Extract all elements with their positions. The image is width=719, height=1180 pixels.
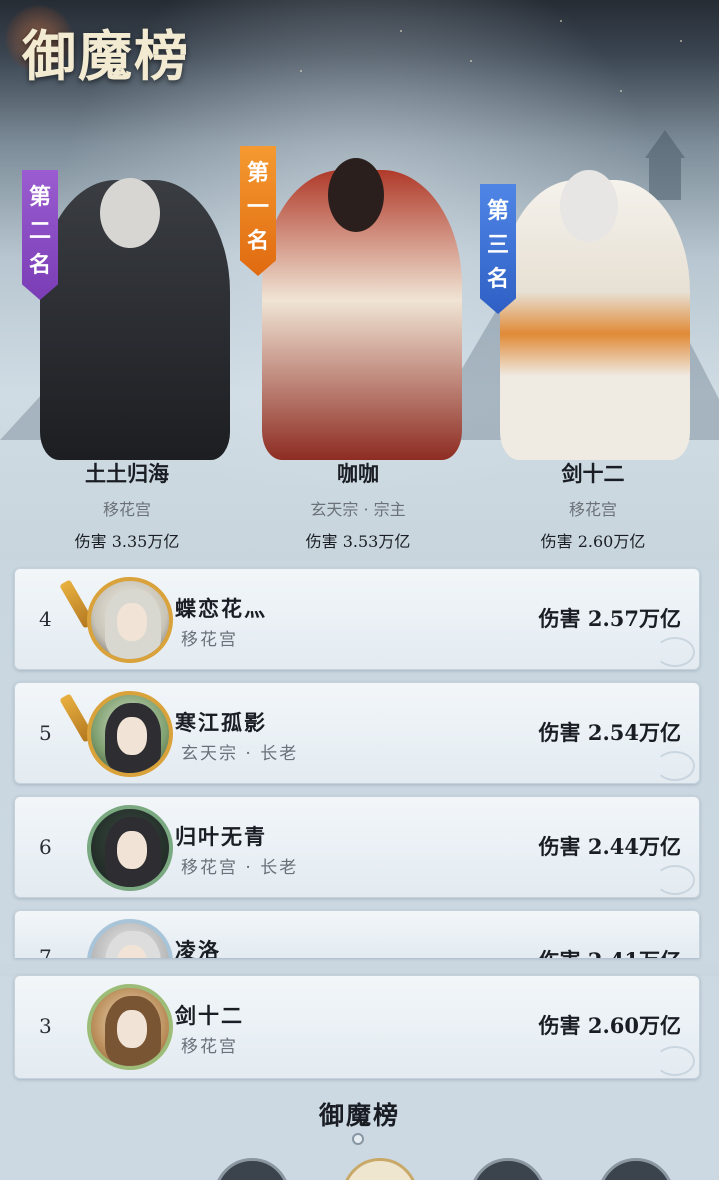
player-sect: 玄天宗 · 长老 — [181, 744, 299, 764]
list-fade — [0, 958, 719, 976]
ranking-row-4[interactable]: 4 蝶恋花灬 移花宫 伤害 2.57万亿 — [14, 568, 700, 670]
player-name: 蝶恋花灬 — [175, 596, 267, 621]
player-damage: 伤害 3.53万亿 — [305, 532, 411, 551]
player-name: 剑十二 — [561, 461, 625, 486]
player-name: 土土归海 — [85, 461, 169, 486]
player-sect: 移花宫 — [181, 630, 238, 650]
rank-1-banner: 第一名 — [240, 146, 276, 276]
page-indicator-dot — [352, 1133, 364, 1145]
tab-4[interactable] — [598, 1158, 674, 1180]
rank-2-banner: 第二名 — [22, 170, 58, 300]
tab-1[interactable] — [214, 1158, 290, 1180]
player-name: 凌洛 — [175, 938, 221, 958]
podium-stage: 御魔榜 第二名 第一名 第三名 土土归海 移花宫 伤害 3.35万亿 咖咖 玄天… — [0, 0, 719, 560]
ranking-row-6[interactable]: 6 归叶无青 移花宫 · 长老 伤害 2.44万亿 — [14, 796, 700, 898]
podium-rank-3-info: 剑十二 移花宫 伤害 2.60万亿 — [483, 458, 703, 552]
my-rank-row[interactable]: 3 剑十二 移花宫 伤害 2.60万亿 — [14, 975, 700, 1079]
player-name: 寒江孤影 — [175, 710, 267, 735]
tab-2[interactable] — [342, 1158, 418, 1180]
ranking-row-7[interactable]: 7 凌洛 伤害 2.41万亿 — [14, 910, 700, 958]
player-damage: 伤害 2.60万亿 — [538, 1013, 681, 1038]
podium-rank-2-info: 土土归海 移花宫 伤害 3.35万亿 — [17, 458, 237, 552]
player-sect: 移花宫 — [568, 500, 617, 519]
character-rank-1-head — [328, 158, 384, 232]
page-title: 御魔榜 — [22, 24, 190, 88]
player-damage: 伤害 2.41万亿 — [539, 945, 681, 958]
player-damage: 伤害 2.57万亿 — [538, 606, 681, 631]
ranking-row-5[interactable]: 5 寒江孤影 玄天宗 · 长老 伤害 2.54万亿 — [14, 682, 700, 784]
player-damage: 伤害 2.44万亿 — [538, 834, 681, 859]
avatar[interactable] — [87, 919, 173, 958]
player-damage: 伤害 2.60万亿 — [540, 532, 646, 551]
player-sect: 移花宫 — [181, 1037, 238, 1057]
player-name: 归叶无青 — [175, 824, 267, 849]
avatar[interactable] — [87, 984, 173, 1070]
avatar[interactable] — [87, 805, 173, 891]
rank-number: 7 — [39, 945, 52, 958]
avatar[interactable] — [87, 691, 173, 777]
cloud-swirl-icon — [655, 751, 695, 781]
cloud-swirl-icon — [655, 1046, 695, 1076]
player-damage: 伤害 3.35万亿 — [74, 532, 180, 551]
player-name: 剑十二 — [175, 1003, 244, 1028]
player-damage: 伤害 2.54万亿 — [538, 720, 681, 745]
rank-3-banner: 第三名 — [480, 184, 516, 314]
cloud-swirl-icon — [655, 865, 695, 895]
rank-number: 6 — [39, 835, 52, 859]
podium-rank-1-info: 咖咖 玄天宗 · 宗主 伤害 3.53万亿 — [248, 458, 468, 552]
player-sect: 玄天宗 · 宗主 — [310, 500, 406, 519]
rank-number: 4 — [39, 607, 52, 631]
player-sect: 移花宫 — [102, 500, 151, 519]
player-name: 咖咖 — [337, 461, 379, 486]
player-sect: 移花宫 · 长老 — [181, 858, 299, 878]
cloud-swirl-icon — [655, 637, 695, 667]
rank-number: 3 — [39, 1014, 52, 1038]
character-rank-2-head — [100, 178, 160, 248]
footer-title: 御魔榜 — [318, 1101, 400, 1130]
character-rank-3-head — [560, 170, 618, 242]
my-rank-card[interactable]: 3 剑十二 移花宫 伤害 2.60万亿 — [14, 975, 700, 1079]
tab-3[interactable] — [470, 1158, 546, 1180]
rank-number: 5 — [39, 721, 52, 745]
avatar[interactable] — [87, 577, 173, 663]
